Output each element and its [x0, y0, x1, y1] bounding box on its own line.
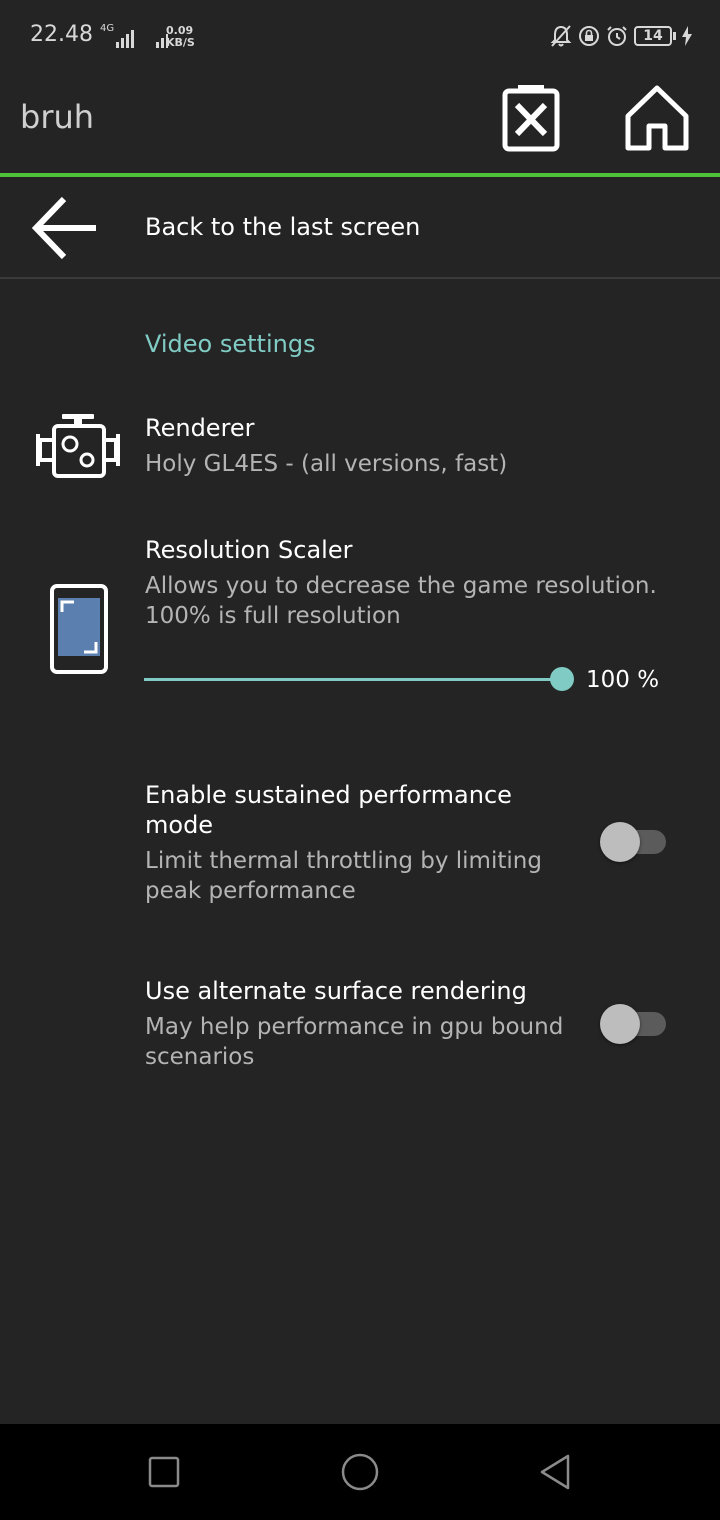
renderer-preference[interactable]: Renderer Holy GL4ES - (all versions, fas…	[0, 412, 720, 502]
square-icon	[148, 1456, 180, 1488]
phone-resolution-icon	[50, 584, 108, 674]
delete-button[interactable]	[500, 82, 570, 160]
alarm-icon	[607, 26, 627, 46]
resolution-scaler-summary-2: 100% is full resolution	[145, 603, 401, 629]
alternate-surface-text: Use alternate surface rendering May help…	[145, 976, 585, 1072]
alternate-surface-summary-1: May help performance in gpu bound	[145, 1014, 564, 1040]
bell-off-icon	[550, 25, 572, 47]
network-type: 4G	[100, 23, 115, 34]
resolution-slider[interactable]	[144, 667, 574, 693]
speed-unit: KB/S	[166, 36, 195, 49]
alternate-surface-toggle[interactable]	[600, 1004, 666, 1044]
home-nav-button[interactable]	[338, 1450, 382, 1494]
resolution-scaler-text: Resolution Scaler Allows you to decrease…	[145, 535, 685, 631]
sustained-performance-preference[interactable]: Enable sustained performance mode Limit …	[0, 780, 720, 910]
engine-icon	[36, 414, 120, 478]
home-button[interactable]	[624, 82, 694, 160]
resolution-scaler-summary-1: Allows you to decrease the game resoluti…	[145, 573, 657, 599]
home-icon	[625, 85, 689, 151]
charging-icon	[682, 26, 692, 46]
slider-track	[144, 678, 568, 681]
alternate-surface-preference[interactable]: Use alternate surface rendering May help…	[0, 976, 720, 1076]
recent-apps-button[interactable]	[142, 1450, 186, 1494]
alternate-surface-title: Use alternate surface rendering	[145, 977, 527, 1005]
renderer-title: Renderer	[145, 414, 255, 442]
renderer-summary: Holy GL4ES - (all versions, fast)	[145, 451, 508, 477]
app-title: bruh	[20, 98, 95, 136]
toggle-thumb	[600, 822, 640, 862]
circle-icon	[341, 1453, 379, 1491]
back-label: Back to the last screen	[145, 213, 421, 241]
alternate-surface-summary-2: scenarios	[145, 1044, 255, 1070]
sustained-performance-summary-1: Limit thermal throttling by limiting	[145, 848, 542, 874]
sustained-performance-title-1: Enable sustained performance	[145, 781, 512, 809]
network-speed: 0.09 KB/S	[166, 25, 195, 49]
app-bar: bruh	[0, 76, 720, 174]
back-nav-button[interactable]	[534, 1450, 578, 1494]
resolution-scaler-title: Resolution Scaler	[145, 536, 353, 564]
battery-level: 14	[634, 26, 672, 46]
toggle-thumb	[600, 1004, 640, 1044]
sustained-performance-title-2: mode	[145, 811, 214, 839]
sustained-performance-summary-2: peak performance	[145, 878, 356, 904]
sustained-performance-text: Enable sustained performance mode Limit …	[145, 780, 565, 906]
triangle-back-icon	[540, 1454, 570, 1490]
renderer-text: Renderer Holy GL4ES - (all versions, fas…	[145, 413, 507, 479]
status-bar: 22.48 4G 0.09 KB/S 14	[0, 0, 720, 76]
delete-icon	[502, 85, 560, 152]
section-title: Video settings	[145, 330, 316, 358]
back-arrow-icon	[31, 196, 96, 260]
status-icons: 14	[550, 24, 692, 48]
navigation-bar	[0, 1424, 720, 1520]
battery-icon: 14	[634, 26, 676, 46]
sustained-performance-toggle[interactable]	[600, 822, 666, 862]
back-row[interactable]: Back to the last screen	[0, 177, 720, 278]
signal-icon: 4G	[100, 23, 169, 48]
slider-value-label: 100 %	[586, 667, 660, 693]
divider	[0, 277, 720, 279]
status-time: 22.48	[30, 22, 93, 47]
resolution-scaler-preference: Resolution Scaler Allows you to decrease…	[0, 534, 720, 704]
lock-rotation-icon	[579, 26, 599, 46]
slider-thumb[interactable]	[550, 667, 574, 691]
